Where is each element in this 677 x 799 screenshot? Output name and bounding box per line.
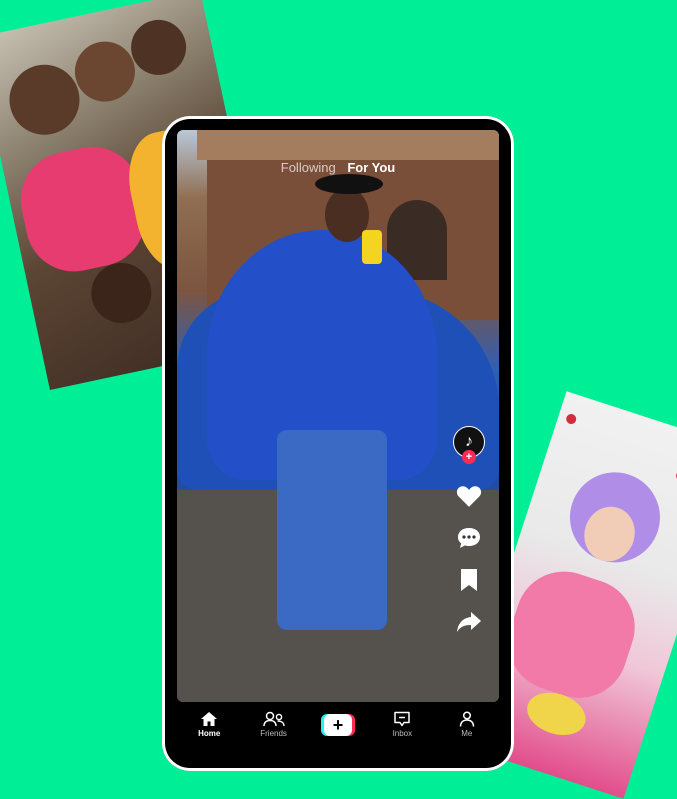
nav-friends[interactable]: Friends <box>249 711 299 738</box>
video-person-hat <box>315 174 383 194</box>
share-icon <box>457 612 481 632</box>
share-button[interactable] <box>455 608 483 636</box>
creator-avatar[interactable]: ♪ + <box>453 426 485 464</box>
video-feed-screen[interactable]: Following For You ♪ + <box>177 130 499 702</box>
nav-inbox[interactable]: Inbox <box>377 711 427 738</box>
nav-me-label: Me <box>461 729 473 738</box>
create-button[interactable]: + <box>320 713 355 736</box>
profile-icon <box>459 711 474 727</box>
comment-button[interactable] <box>455 524 483 552</box>
bookmark-button[interactable] <box>455 566 483 594</box>
follow-button[interactable]: + <box>462 450 476 464</box>
nav-home-label: Home <box>198 729 221 738</box>
tab-for-you[interactable]: For You <box>347 160 395 175</box>
comment-icon <box>458 528 480 548</box>
tiktok-note-icon: ♪ <box>465 433 473 450</box>
video-phone-prop <box>362 230 382 264</box>
nav-me[interactable]: Me <box>442 711 492 738</box>
bottom-nav: Home Friends + Inbox Me <box>177 702 499 747</box>
inbox-icon <box>394 711 411 727</box>
nav-friends-label: Friends <box>260 729 287 738</box>
tab-following[interactable]: Following <box>281 160 336 175</box>
video-house-roof <box>197 130 499 160</box>
nav-create[interactable]: + <box>313 713 363 736</box>
plus-icon: + <box>323 713 352 736</box>
video-person-legs <box>277 430 387 630</box>
like-button[interactable] <box>455 482 483 510</box>
home-icon <box>201 712 218 726</box>
heart-icon <box>456 486 482 507</box>
nav-home[interactable]: Home <box>184 711 234 738</box>
action-rail: ♪ + <box>453 426 485 636</box>
bookmark-icon <box>461 569 477 591</box>
friends-icon <box>262 711 285 727</box>
phone-mockup: Following For You ♪ + Home Friends + Inb… <box>162 116 514 771</box>
feed-tabs: Following For You <box>177 160 499 175</box>
nav-inbox-label: Inbox <box>392 729 413 738</box>
